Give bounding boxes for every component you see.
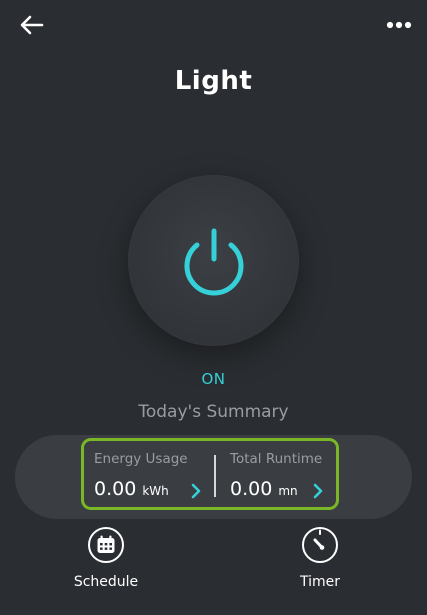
total-runtime-value: 0.00	[230, 478, 273, 500]
total-runtime-unit: mn	[278, 484, 298, 498]
back-button[interactable]	[16, 10, 48, 40]
schedule-button[interactable]: Schedule	[61, 526, 151, 596]
total-runtime-stat[interactable]: Total Runtime 0.00 mn	[230, 441, 334, 507]
chevron-right-icon	[313, 483, 323, 499]
page-title: Light	[174, 66, 253, 96]
back-arrow-icon	[20, 15, 44, 35]
summary-card: Energy Usage 0.00 kWh Total Runtime 0.00…	[81, 438, 339, 510]
energy-usage-value-row: 0.00 kWh	[94, 478, 169, 500]
chevron-right-icon	[191, 483, 201, 499]
device-state-label: ON	[201, 370, 226, 388]
more-options-button[interactable]	[383, 10, 415, 40]
power-toggle-button[interactable]	[128, 175, 299, 346]
total-runtime-value-row: 0.00 mn	[230, 478, 298, 500]
timer-button[interactable]: Timer	[275, 526, 365, 596]
power-icon	[184, 228, 243, 295]
energy-usage-label: Energy Usage	[94, 451, 188, 467]
summary-divider	[214, 455, 216, 497]
schedule-label: Schedule	[73, 574, 139, 590]
energy-usage-unit: kWh	[142, 484, 169, 498]
total-runtime-label: Total Runtime	[230, 451, 323, 467]
energy-usage-value: 0.00	[94, 478, 137, 500]
more-dots-icon	[386, 21, 412, 29]
top-bar	[0, 0, 427, 50]
timer-label: Timer	[299, 574, 341, 590]
timer-icon	[302, 527, 338, 563]
calendar-icon	[88, 527, 124, 563]
energy-usage-stat[interactable]: Energy Usage 0.00 kWh	[94, 441, 206, 507]
summary-title: Today's Summary	[138, 402, 289, 422]
